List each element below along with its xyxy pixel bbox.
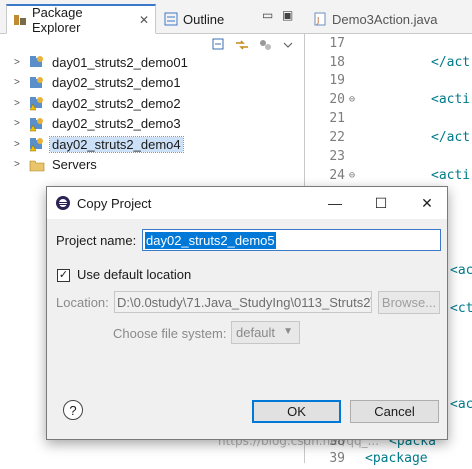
code-line[interactable]: <ct	[448, 298, 472, 319]
expand-arrow-icon[interactable]: >	[14, 159, 26, 170]
code-line[interactable]: <ac	[448, 260, 472, 281]
package-explorer-icon	[13, 13, 27, 27]
project-name-label: Project name:	[56, 233, 137, 248]
java-project-icon	[29, 54, 45, 70]
java-project-warning-icon	[29, 95, 45, 111]
location-label: Location:	[56, 295, 109, 310]
copy-project-dialog: Copy Project — ☐ ✕ Project name: day02_s…	[46, 186, 448, 440]
use-default-location-label[interactable]: Use default location	[77, 267, 191, 282]
dialog-title: Copy Project	[77, 195, 152, 211]
eclipse-icon	[55, 195, 71, 211]
tree-item-label: Servers	[52, 157, 97, 173]
tree-item-label: day02_struts2_demo1	[52, 75, 181, 91]
close-icon[interactable]: ✕	[139, 13, 149, 27]
java-project-icon	[29, 75, 45, 91]
code-line[interactable]: 19	[305, 70, 472, 91]
use-default-location-checkbox[interactable]: ✓	[57, 269, 70, 282]
expand-arrow-icon[interactable]: >	[14, 118, 26, 129]
code-text: <ac	[450, 396, 472, 412]
code-text: <acti	[431, 91, 471, 107]
tab-label: Package Explorer	[32, 4, 83, 35]
file-system-value: default	[236, 325, 276, 340]
line-number: 21	[329, 110, 345, 126]
outline-icon	[164, 12, 178, 26]
explorer-tabbar: Package Explorer ✕ Outline ▭ ▣	[0, 0, 305, 35]
editor-tab-label: Demo3Action.java	[332, 11, 438, 27]
code-line[interactable]: 21	[305, 108, 472, 129]
ok-button[interactable]: OK	[252, 400, 341, 423]
tree-item-project[interactable]: > day02_struts2_demo2	[0, 93, 305, 114]
maximize-icon[interactable]: ▣	[282, 8, 293, 22]
line-number: 22	[329, 129, 345, 145]
line-number: 23	[329, 148, 345, 164]
file-system-select[interactable]: default ▼	[231, 321, 300, 344]
tab-package-explorer[interactable]: Package Explorer ✕	[6, 4, 156, 35]
line-number: 17	[329, 35, 345, 51]
java-project-warning-icon	[29, 136, 45, 152]
location-value: D:\0.0study\71.Java_StudyIng\0113_Struts…	[117, 294, 372, 310]
maximize-button[interactable]: ☐	[359, 187, 403, 219]
dialog-titlebar[interactable]: Copy Project — ☐ ✕	[47, 187, 447, 219]
tree-item-label: day02_struts2_demo4	[49, 135, 184, 153]
fold-marker[interactable]: ⊖	[349, 170, 359, 181]
project-tree: > day01_struts2_demo01 > day02_struts2_d…	[0, 52, 305, 175]
help-icon[interactable]: ?	[63, 400, 83, 420]
java-project-warning-icon	[29, 116, 45, 132]
expand-arrow-icon[interactable]: >	[14, 98, 26, 109]
expand-arrow-icon[interactable]: >	[14, 139, 26, 150]
code-line[interactable]: 24 ⊖ <acti	[305, 165, 472, 186]
line-number: 20	[329, 91, 345, 107]
close-button[interactable]: ✕	[405, 187, 449, 219]
svg-text:J: J	[316, 16, 319, 25]
code-text: <ac	[450, 262, 472, 278]
link-with-editor-icon[interactable]	[234, 37, 250, 53]
chevron-down-icon: ▼	[283, 326, 293, 337]
tree-item-label: day01_struts2_demo01	[52, 54, 188, 70]
tree-item-project[interactable]: > day01_struts2_demo01	[0, 52, 305, 73]
view-menu-icon[interactable]	[280, 37, 296, 53]
project-name-input[interactable]: day02_struts2_demo5	[142, 229, 441, 251]
line-number: 19	[329, 72, 345, 88]
code-text: <ct	[450, 300, 472, 316]
line-number: 24	[329, 167, 345, 183]
line-number: 18	[329, 54, 345, 70]
browse-button[interactable]: Browse...	[378, 291, 440, 314]
editor-tabbar: J Demo3Action.java	[305, 0, 472, 34]
tab-label: Outline	[183, 11, 225, 27]
code-text: </act	[431, 54, 471, 70]
cancel-button[interactable]: Cancel	[350, 400, 439, 423]
tree-item-label: day02_struts2_demo2	[52, 95, 181, 111]
focus-icon[interactable]	[257, 37, 273, 53]
code-line[interactable]: 17	[305, 33, 472, 54]
tree-item-project-selected[interactable]: > day02_struts2_demo4	[0, 134, 305, 155]
code-text: <package	[365, 450, 428, 466]
file-system-label: Choose file system:	[113, 326, 227, 341]
java-file-icon: J	[313, 12, 327, 26]
code-line[interactable]: 20 ⊖ <acti	[305, 89, 472, 110]
line-number: 39	[329, 450, 345, 466]
tree-item-label: day02_struts2_demo3	[52, 116, 181, 132]
project-name-value: day02_struts2_demo5	[145, 231, 276, 249]
tree-item-servers[interactable]: > Servers	[0, 155, 305, 176]
code-text: </act	[431, 129, 471, 145]
location-input[interactable]: D:\0.0study\71.Java_StudyIng\0113_Struts…	[114, 291, 372, 313]
tree-item-project[interactable]: > day02_struts2_demo1	[0, 73, 305, 94]
tab-outline[interactable]: Outline	[158, 4, 253, 34]
minimize-icon[interactable]: ▭	[262, 8, 273, 22]
code-line[interactable]: 39 <package	[305, 448, 472, 469]
code-line[interactable]: 23	[305, 146, 472, 167]
folder-icon	[29, 157, 45, 173]
code-text: <acti	[431, 167, 471, 183]
expand-arrow-icon[interactable]: >	[14, 57, 26, 68]
tree-item-project[interactable]: > day02_struts2_demo3	[0, 114, 305, 135]
fold-marker[interactable]: ⊖	[349, 94, 359, 105]
expand-arrow-icon[interactable]: >	[14, 77, 26, 88]
code-line[interactable]: <ac	[448, 394, 472, 415]
editor-tab-demo3action[interactable]: J Demo3Action.java	[307, 4, 444, 34]
collapse-all-icon[interactable]	[211, 37, 227, 53]
code-line[interactable]: 22 </act	[305, 127, 472, 148]
minimize-button[interactable]: —	[313, 187, 357, 219]
